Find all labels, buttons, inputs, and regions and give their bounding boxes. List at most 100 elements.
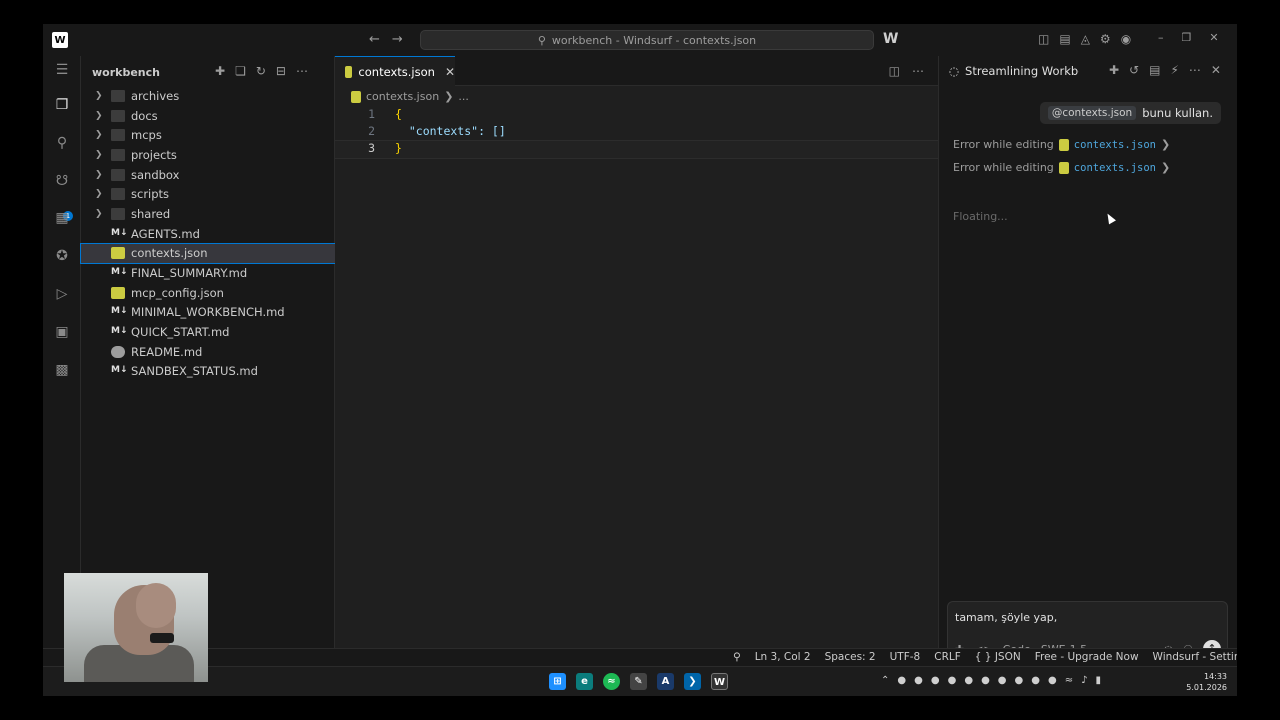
- clock[interactable]: 14:33 5.01.2026: [1186, 671, 1227, 693]
- back-arrow-icon[interactable]: ←: [369, 32, 380, 47]
- remote-explorer-icon[interactable]: ▣: [53, 323, 71, 341]
- chat-input-text[interactable]: tamam, şöyle yap,: [955, 611, 1057, 624]
- tray-app-icon[interactable]: ●: [981, 675, 990, 686]
- tray-app-icon[interactable]: ●: [1048, 675, 1057, 686]
- close-window-icon[interactable]: ✕: [1209, 31, 1218, 44]
- breadcrumb-file[interactable]: contexts.json: [366, 90, 439, 103]
- error-item[interactable]: Error while editing contexts.json ❯: [953, 138, 1170, 151]
- tray-app-icon[interactable]: ●: [964, 675, 973, 686]
- tree-item-agents-md[interactable]: M↓ AGENTS.md: [81, 224, 335, 244]
- info-icon: [111, 345, 125, 358]
- tray-app-icon[interactable]: ●: [1031, 675, 1040, 686]
- explorer-icon[interactable]: ❐: [53, 96, 71, 114]
- tray-app-icon[interactable]: ●: [931, 675, 940, 686]
- add-icon[interactable]: ✚: [1109, 63, 1119, 77]
- app-a-icon[interactable]: A: [657, 673, 674, 690]
- encoding[interactable]: UTF-8: [890, 651, 921, 663]
- tree-item-sandbox[interactable]: ❯ sandbox: [81, 165, 335, 185]
- map-icon[interactable]: ▦: [53, 209, 71, 227]
- chevron-up-icon[interactable]: ⌃: [881, 675, 889, 686]
- language-mode[interactable]: { } JSON: [975, 651, 1021, 663]
- forward-arrow-icon[interactable]: →: [392, 32, 403, 47]
- tree-item-sandbex-status-md[interactable]: M↓ SANDBEX_STATUS.md: [81, 362, 335, 382]
- tray-app-icon[interactable]: ●: [998, 675, 1007, 686]
- tray-app-icon[interactable]: ●: [897, 675, 906, 686]
- refresh-icon[interactable]: ↻: [256, 64, 266, 78]
- status-items: ⚲ Ln 3, Col 2 Spaces: 2 UTF-8 CRLF { } J…: [733, 651, 1237, 663]
- search-icon[interactable]: ⚲: [53, 134, 71, 152]
- error-item[interactable]: Error while editing contexts.json ❯: [953, 161, 1170, 174]
- tray-app-icon[interactable]: ●: [948, 675, 957, 686]
- tree-item-mcp-config-json[interactable]: mcp_config.json: [81, 283, 335, 303]
- battery-icon[interactable]: ▮: [1096, 675, 1102, 686]
- tree-item-scripts[interactable]: ❯ scripts: [81, 184, 335, 204]
- more-icon[interactable]: ⋯: [912, 64, 924, 78]
- new-file-icon[interactable]: ✚: [215, 64, 225, 78]
- tree-item-projects[interactable]: ❯ projects: [81, 145, 335, 165]
- rocket-icon[interactable]: ✪: [53, 247, 71, 265]
- chevron-right-icon: ❯: [444, 90, 454, 103]
- gear-icon[interactable]: ⚙: [1100, 32, 1111, 46]
- edge-icon[interactable]: e: [576, 673, 593, 690]
- more-icon[interactable]: ⋯: [296, 64, 308, 78]
- collapse-all-icon[interactable]: ⊟: [276, 64, 286, 78]
- code-editor[interactable]: 1{ 2 "contexts": [] 3}: [334, 107, 939, 159]
- close-icon[interactable]: ✕: [445, 65, 455, 79]
- account-icon[interactable]: ◉: [1121, 32, 1131, 46]
- new-folder-icon[interactable]: ❏: [235, 64, 246, 78]
- tree-item-minimal-workbench-md[interactable]: M↓ MINIMAL_WORKBENCH.md: [81, 303, 335, 323]
- tree-item-mcps[interactable]: ❯ mcps: [81, 125, 335, 145]
- command-center-search[interactable]: ⚲ workbench - Windsurf - contexts.json: [420, 30, 874, 50]
- breadcrumb-more[interactable]: ...: [458, 90, 469, 103]
- close-icon[interactable]: ✕: [1211, 63, 1221, 77]
- wifi-icon[interactable]: ≈: [1065, 675, 1073, 686]
- windsurf-brand-icon[interactable]: W: [883, 31, 899, 47]
- source-control-icon[interactable]: ☋: [53, 172, 71, 190]
- tree-item-readme-md[interactable]: README.md: [81, 342, 335, 362]
- chevron-right-icon: ❯: [95, 189, 103, 200]
- menu-icon[interactable]: ☰: [53, 61, 71, 79]
- taskbar-apps: ⊞ e ≈ ✎ A ❯ W: [549, 673, 728, 690]
- plug-icon[interactable]: ⚡: [1170, 63, 1178, 77]
- json-file-icon: [1058, 161, 1069, 174]
- chevron-right-icon: ❯: [1160, 161, 1171, 174]
- cursor-position[interactable]: Ln 3, Col 2: [755, 651, 811, 663]
- toggle-primary-sidebar-icon[interactable]: ◫: [1038, 32, 1049, 46]
- tree-item-docs[interactable]: ❯ docs: [81, 106, 335, 126]
- folder-icon: [111, 188, 125, 201]
- tree-item-shared[interactable]: ❯ shared: [81, 204, 335, 224]
- volume-icon[interactable]: ♪: [1081, 675, 1087, 686]
- tree-item-contexts-json[interactable]: contexts.json: [80, 242, 336, 265]
- chat-tab[interactable]: ◌ Streamlining Workbe: [949, 64, 1079, 78]
- tray-app-icon[interactable]: ●: [914, 675, 923, 686]
- end-of-line[interactable]: CRLF: [934, 651, 961, 663]
- history-icon[interactable]: ↺: [1129, 63, 1139, 77]
- spotify-icon[interactable]: ≈: [603, 673, 620, 690]
- more-icon[interactable]: ⋯: [1189, 63, 1201, 77]
- tab-contexts-json[interactable]: contexts.json ✕: [335, 56, 455, 86]
- notepad-icon[interactable]: ✎: [630, 673, 647, 690]
- toggle-secondary-sidebar-icon[interactable]: ◬: [1081, 32, 1090, 46]
- activity-bar: ☰ ❐ ⚲ ☋ 1 ▦ ✪ ▷ ▣ ▩: [43, 56, 81, 656]
- vscode-icon[interactable]: ❯: [684, 673, 701, 690]
- split-editor-icon[interactable]: ◫: [889, 64, 900, 78]
- windsurf-logo-icon[interactable]: W: [52, 32, 68, 48]
- tree-item-final-summary-md[interactable]: M↓ FINAL_SUMMARY.md: [81, 263, 335, 283]
- file-mention[interactable]: @contexts.json: [1047, 106, 1137, 120]
- zoom-icon[interactable]: ⚲: [733, 651, 741, 663]
- upgrade-link[interactable]: Free - Upgrade Now: [1035, 651, 1139, 663]
- windsurf-taskbar-icon[interactable]: W: [711, 673, 728, 690]
- windsurf-settings[interactable]: Windsurf - Settings: [1153, 651, 1237, 663]
- clipboard-icon[interactable]: ▤: [1149, 63, 1160, 77]
- restore-icon[interactable]: ❐: [1182, 31, 1192, 44]
- toggle-panel-icon[interactable]: ▤: [1059, 32, 1070, 46]
- windows-start-icon[interactable]: ⊞: [549, 673, 566, 690]
- minimize-icon[interactable]: –: [1158, 31, 1164, 44]
- extensions-icon[interactable]: ▩: [53, 361, 71, 379]
- tray-app-icon[interactable]: ●: [1015, 675, 1024, 686]
- run-debug-icon[interactable]: ▷: [53, 285, 71, 303]
- tree-item-archives[interactable]: ❯ archives: [81, 86, 335, 106]
- search-text: workbench - Windsurf - contexts.json: [551, 33, 757, 47]
- tree-item-quick-start-md[interactable]: M↓ QUICK_START.md: [81, 322, 335, 342]
- indentation[interactable]: Spaces: 2: [825, 651, 876, 663]
